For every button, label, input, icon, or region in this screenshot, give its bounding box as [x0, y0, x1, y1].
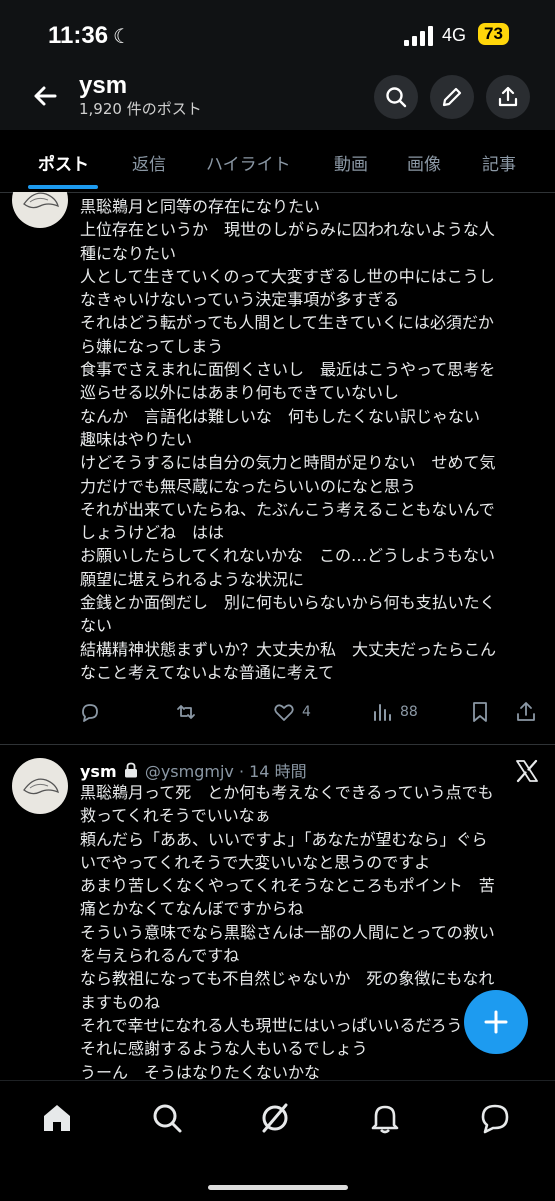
views-button[interactable]: 88 — [370, 700, 418, 724]
post-line: なんか 言語化は難しいな 何もしたくない訳じゃない — [80, 406, 481, 426]
post-line: お願いしたらしてくれないかな この…どうしようもない — [80, 546, 496, 566]
post-line: 金銭とか面倒だし 別に何もいらないから何も支払いたく — [80, 593, 496, 613]
like-button[interactable]: 4 — [272, 700, 311, 724]
bottom-nav — [0, 1080, 555, 1201]
share-icon — [498, 86, 518, 107]
post-line: そういう意味でなら黒聡さんは一部の人間にとっての救い — [80, 922, 495, 942]
post-line: 食事でさえまれに面倒くさいし 最近はこうやって思考を — [80, 360, 496, 380]
tab-posts[interactable]: ポスト — [38, 150, 89, 175]
search-button[interactable] — [374, 75, 418, 119]
post-line: いでやってくれそうで大変いいなと思うのですよ — [80, 852, 431, 872]
post-line: を与えられるんですね — [80, 946, 240, 966]
search-icon — [386, 87, 407, 108]
post-line: ら嫌になってしまう — [80, 336, 224, 356]
post-line: 頼んだら「ああ、いいですよ」「あなたが望むなら」ぐら — [80, 829, 488, 849]
home-indicator — [208, 1185, 348, 1190]
post-text: 黒聡鵜月と同等の存在になりたい 上位存在というか 現世のしがらみに囚われないよう… — [80, 195, 540, 684]
profile-header: 11:36 ☾ 4G 73 ysm 1,920 件のポスト — [0, 0, 555, 130]
tab-images[interactable]: 画像 — [407, 150, 441, 175]
post-time: · 14 時間 — [238, 762, 307, 781]
post-line: 黒聡鵜月って死 とか何も考えなくできるっていう点でも — [80, 783, 494, 802]
post-line: ない — [80, 616, 113, 636]
active-tab-indicator — [28, 185, 98, 189]
profile-tabs: ポスト 返信 ハイライト 動画 画像 記事 — [0, 130, 555, 193]
lock-icon — [124, 762, 137, 778]
status-bar: 11:36 ☾ 4G 73 — [0, 20, 555, 54]
post-line: 黒聡鵜月と同等の存在になりたい — [80, 197, 321, 216]
post-line: なこと考えてないよな普通に考えて — [80, 662, 335, 682]
post-line: なら教祖になっても不自然じゃないか 死の象徴にもなれ — [80, 969, 495, 989]
view-count: 88 — [400, 704, 418, 720]
back-arrow-icon[interactable] — [27, 78, 63, 114]
post-line: それはどう転がっても人間として生きていくには必須だか — [80, 313, 494, 333]
post-count: 1,920 件のポスト — [79, 100, 202, 118]
profile-name: ysm — [79, 72, 128, 99]
author-handle[interactable]: @ysmgmjv — [145, 762, 234, 781]
plus-icon — [484, 1010, 508, 1034]
bell-icon[interactable] — [368, 1101, 402, 1135]
compose-button[interactable] — [430, 75, 474, 119]
signal-icon — [404, 26, 433, 46]
post-line: あまり苦しくなくやってくれそうなところもポイント 苦 — [80, 876, 495, 896]
post-line: けどそうするには自分の気力と時間が足りない せめて気 — [80, 453, 496, 473]
avatar-sketch-icon — [23, 778, 59, 795]
post-actions: 4 88 — [78, 700, 538, 728]
post-meta: ysm @ysmgmjv · 14 時間 — [80, 758, 307, 782]
post-line: 巡らせる以外にはあまり何もできていないし — [80, 383, 400, 403]
home-icon[interactable] — [40, 1101, 74, 1135]
battery-indicator: 73 — [478, 23, 509, 45]
tab-replies[interactable]: 返信 — [132, 150, 166, 175]
post-line: 力だけでも無尽蔵になったらいいのになと思う — [80, 476, 417, 496]
repost-icon — [177, 705, 195, 719]
reply-button[interactable] — [78, 700, 102, 724]
search-icon[interactable] — [150, 1101, 184, 1135]
new-post-fab[interactable] — [464, 990, 528, 1054]
heart-icon — [274, 704, 294, 721]
share-button[interactable] — [486, 75, 530, 119]
tab-highlights[interactable]: ハイライト — [206, 150, 291, 175]
post-line: 結構精神状態まずいか？大丈夫か私 大丈夫だったらこん — [80, 639, 497, 659]
post-line: 種になりたい — [80, 243, 177, 263]
network-type: 4G — [442, 25, 467, 45]
post-line: 願望に堪えられるような状況に — [80, 569, 305, 589]
post-line: しょうけどね はは — [80, 523, 225, 543]
share-icon — [517, 702, 535, 721]
reply-icon — [82, 704, 98, 722]
views-chart-icon — [374, 704, 391, 721]
post-line: それが出来ていたらね、たぶんこう考えることもないんで — [80, 499, 495, 519]
status-time: 11:36 — [48, 22, 109, 49]
post-line: 趣味はやりたい — [80, 429, 193, 449]
like-count: 4 — [302, 704, 311, 720]
bookmark-button[interactable] — [468, 700, 492, 724]
post-line: 人として生きていくのって大変すぎるし世の中にはこうし — [80, 266, 495, 286]
post-line: 上位存在というか 現世のしがらみに囚われないような人 — [80, 220, 495, 240]
share-post-button[interactable] — [514, 700, 538, 724]
pencil-icon — [442, 87, 462, 107]
grok-icon[interactable] — [258, 1101, 292, 1135]
post-line: 痛とかなくてなんぼですからね — [80, 899, 304, 919]
bookmark-icon — [473, 702, 487, 722]
messages-icon[interactable] — [478, 1101, 512, 1135]
post-line: なきゃいけないっていう決定事項が多すぎる — [80, 290, 400, 310]
tab-articles[interactable]: 記事 — [482, 150, 516, 175]
repost-button[interactable] — [174, 700, 198, 724]
author-name[interactable]: ysm — [80, 762, 117, 781]
tab-videos[interactable]: 動画 — [334, 150, 368, 175]
avatar[interactable] — [12, 758, 68, 814]
moon-icon: ☾ — [113, 24, 131, 48]
post-divider — [0, 744, 555, 745]
post-line: 救ってくれそうでいいなぁ — [80, 806, 271, 826]
